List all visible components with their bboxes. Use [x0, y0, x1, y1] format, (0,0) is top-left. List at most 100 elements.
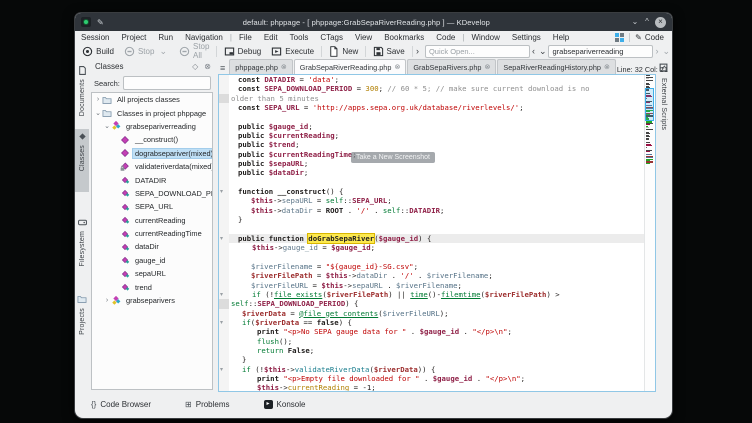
- debug-button[interactable]: Debug: [219, 44, 267, 58]
- code-line[interactable]: public $currentReadingTime;: [229, 150, 645, 159]
- code-line[interactable]: public $gauge_id;: [229, 122, 645, 131]
- code-line[interactable]: print "<p>No SEPA gauge data for " . $ga…: [229, 327, 645, 336]
- tree-item-currentReading[interactable]: currentReading: [92, 214, 212, 227]
- tab-close-icon[interactable]: ⊗: [281, 63, 287, 71]
- menu-ctags[interactable]: CTags: [314, 33, 349, 42]
- toolview-tab-filesystem[interactable]: Filesystem: [75, 215, 89, 288]
- save-button[interactable]: Save: [368, 44, 410, 58]
- menu-navigation[interactable]: Navigation: [179, 33, 229, 42]
- menu-file[interactable]: File: [233, 33, 258, 42]
- code-line[interactable]: return False;: [229, 346, 645, 355]
- minimize-button[interactable]: ⌄: [629, 16, 641, 28]
- stop-button[interactable]: Stop⌄: [119, 44, 174, 58]
- tree-expander-icon[interactable]: ⌄: [94, 109, 102, 117]
- menu-edit[interactable]: Edit: [258, 33, 284, 42]
- bottom-button-konsole[interactable]: ▸Konsole: [264, 400, 306, 409]
- tree-item-trend[interactable]: trend: [92, 280, 212, 293]
- classes-search-input[interactable]: [123, 76, 211, 90]
- build-button[interactable]: Build: [77, 44, 119, 58]
- close-button[interactable]: ×: [655, 17, 666, 28]
- bottom-button-problems[interactable]: ⊞Problems: [185, 400, 230, 409]
- code-line[interactable]: $riverFilePath = $this->dataDir . '/' . …: [229, 271, 645, 280]
- code-line[interactable]: print "<p>Empty file downloaded for " . …: [229, 374, 645, 383]
- code-line[interactable]: [229, 178, 645, 187]
- execute-button[interactable]: Execute: [266, 44, 319, 58]
- doc-tab-GrabSepaRiverReading-php[interactable]: GrabSepaRiverReading.php⊗: [294, 59, 407, 74]
- toolview-tab-projects[interactable]: Projects: [75, 291, 89, 352]
- fold-marker-icon[interactable]: ▾: [220, 188, 228, 197]
- tab-close-icon[interactable]: ⊗: [394, 63, 400, 71]
- code-line[interactable]: if($riverData == false) {: [229, 318, 645, 327]
- maximize-button[interactable]: ^: [641, 16, 653, 28]
- code-line[interactable]: public $trend;: [229, 140, 645, 149]
- doc-tab-SepaRiverReadingHistory-php[interactable]: SepaRiverReadingHistory.php⊗: [497, 59, 616, 74]
- toolbar-overflow-chevron[interactable]: ›: [414, 46, 421, 56]
- code-line[interactable]: older than 5 minutes: [229, 94, 645, 103]
- tree-item-validateriverdata-mixed-[interactable]: validateriverdata(mixed): [92, 160, 212, 173]
- code-line[interactable]: self::SEPA_DOWNLOAD_PERIOD) {: [229, 299, 645, 308]
- code-line[interactable]: $riverFileURL = $this->sepaURL . $riverF…: [229, 281, 645, 290]
- nav-back-icon[interactable]: ‹: [530, 46, 537, 56]
- menu-project[interactable]: Project: [115, 33, 152, 42]
- panel-close-icon[interactable]: ⊗: [201, 62, 214, 71]
- toolview-tab-classes[interactable]: Classes: [75, 129, 89, 192]
- code-line[interactable]: $this->currentReading = -1;: [229, 383, 645, 391]
- code-line[interactable]: $this->dataDir = ROOT . '/' . self::DATA…: [229, 206, 645, 215]
- nav-forward-icon[interactable]: ›: [653, 46, 660, 56]
- code-editor[interactable]: ▾▾▾▾▾ const DATADIR = 'data';const SEPA_…: [218, 74, 656, 392]
- code-line[interactable]: function __construct() {: [229, 187, 645, 196]
- code-line[interactable]: $this->sepaURL = self::SEPA_URL;: [229, 196, 645, 205]
- bottom-button-code-browser[interactable]: {}Code Browser: [91, 400, 151, 409]
- tree-item-__construct--[interactable]: __construct(): [92, 133, 212, 146]
- code-line[interactable]: }: [229, 215, 645, 224]
- menu-help[interactable]: Help: [547, 33, 575, 42]
- tree-item-gauge_id[interactable]: gauge_id: [92, 254, 212, 267]
- code-line[interactable]: const DATADIR = 'data';: [229, 75, 645, 84]
- fold-marker-icon[interactable]: ▾: [220, 366, 228, 375]
- code-area-button[interactable]: ✎ Code: [629, 33, 672, 42]
- symbol-search-input[interactable]: [548, 45, 653, 58]
- menu-settings[interactable]: Settings: [506, 33, 547, 42]
- quick-open-input[interactable]: [425, 45, 530, 58]
- code-line[interactable]: $riverFilename = "${gauge_id}-SG.csv";: [229, 262, 645, 271]
- menu-session[interactable]: Session: [75, 33, 115, 42]
- code-line[interactable]: public $currentReading;: [229, 131, 645, 140]
- doc-tab-phppage-php[interactable]: phppage.php⊗: [229, 59, 292, 74]
- nav-back-dropdown-icon[interactable]: ⌄: [537, 46, 549, 57]
- menu-tools[interactable]: Tools: [284, 33, 315, 42]
- tree-item-grabseparivers[interactable]: ›grabseparivers: [92, 294, 212, 307]
- tree-expander-icon[interactable]: ⌄: [103, 122, 111, 130]
- menu-code[interactable]: Code: [430, 33, 461, 42]
- tree-item-SEPA_DOWNLOAD_PERIOD[interactable]: SEPA_DOWNLOAD_PERIOD: [92, 187, 212, 200]
- minimap-viewport[interactable]: [645, 88, 654, 121]
- tree-item-grabsepariverreading[interactable]: ⌄grabsepariverreading: [92, 120, 212, 133]
- toolview-tab-documents[interactable]: Documents: [75, 63, 89, 128]
- code-line[interactable]: public $dataDir;: [229, 168, 645, 177]
- nav-forward-dropdown-icon[interactable]: ⌄: [660, 46, 672, 57]
- tab-close-icon[interactable]: ⊗: [484, 63, 490, 71]
- code-line[interactable]: const SEPA_URL = 'http://apps.sepa.org.u…: [229, 103, 645, 112]
- fold-marker-icon[interactable]: ▾: [220, 235, 228, 244]
- panel-detach-icon[interactable]: ◇: [189, 62, 201, 71]
- new-button[interactable]: New: [323, 44, 363, 58]
- code-line[interactable]: public function doGrabSepaRiver($gauge_i…: [229, 234, 645, 243]
- tree-expander-icon[interactable]: ›: [94, 96, 102, 103]
- tree-item-dataDir[interactable]: dataDir: [92, 240, 212, 253]
- code-line[interactable]: }: [229, 355, 645, 364]
- tree-expander-icon[interactable]: ›: [103, 297, 111, 304]
- code-line[interactable]: [229, 225, 645, 234]
- minimap-scrollbar[interactable]: [644, 75, 655, 391]
- code-line[interactable]: const SEPA_DOWNLOAD_PERIOD = 300; // 60 …: [229, 84, 645, 93]
- stop-all-button[interactable]: Stop All: [174, 44, 214, 58]
- tab-close-icon[interactable]: ⊗: [604, 63, 610, 71]
- titlebar[interactable]: ✎ default: phppage - [ phppage:GrabSepaR…: [75, 13, 672, 31]
- code-line[interactable]: $this->gauge_id = $gauge_id;: [229, 243, 645, 252]
- code-line[interactable]: [229, 253, 645, 262]
- area-switcher-icon[interactable]: [615, 33, 624, 42]
- code-line[interactable]: public $sepaURL;: [229, 159, 645, 168]
- code-line[interactable]: if (!$this->validateRiverData($riverData…: [229, 365, 645, 374]
- tree-item-DATADIR[interactable]: DATADIR: [92, 173, 212, 186]
- menu-view[interactable]: View: [349, 33, 378, 42]
- menu-bookmarks[interactable]: Bookmarks: [378, 33, 430, 42]
- tree-item-currentReadingTime[interactable]: currentReadingTime: [92, 227, 212, 240]
